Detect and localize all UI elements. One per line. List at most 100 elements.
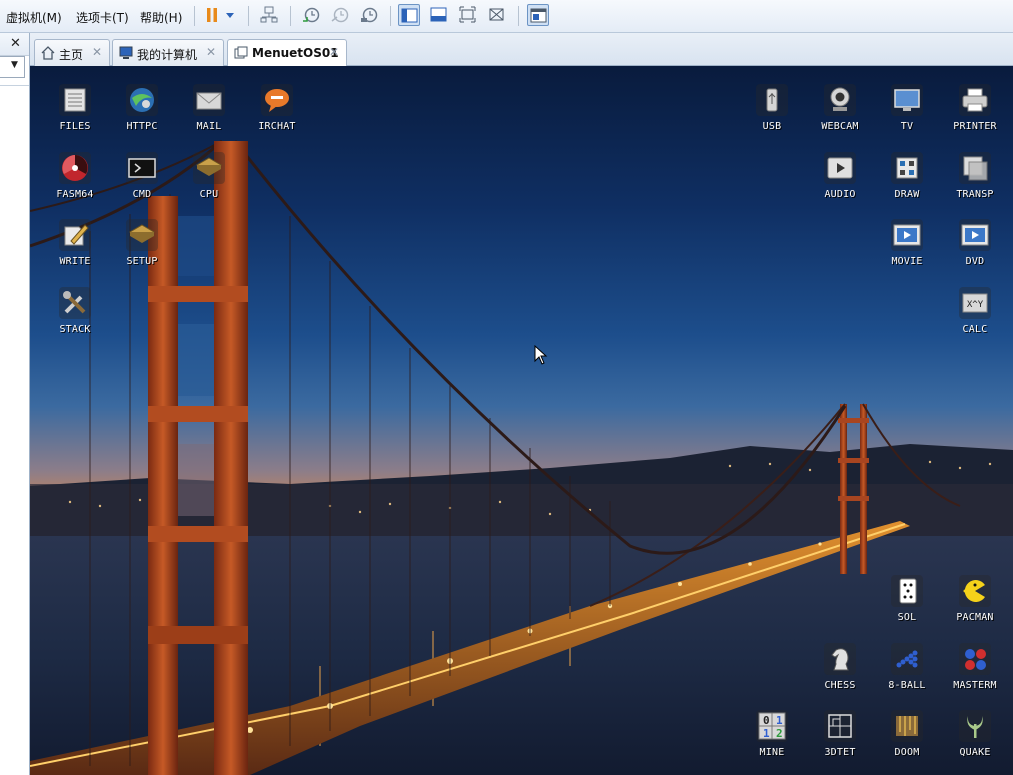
desktop-icon-printer[interactable]: PRINTER xyxy=(944,81,1006,141)
fullscreen-button[interactable] xyxy=(457,4,479,26)
desktop-icon-webcam[interactable]: WEBCAM xyxy=(809,81,871,141)
icon-label: MASTERM xyxy=(953,680,997,691)
pacman-icon xyxy=(959,575,991,607)
icon-label: QUAKE xyxy=(959,747,991,758)
desktop-icon-tv[interactable]: TV xyxy=(876,81,938,141)
desktop-icon-transp[interactable]: TRANSP xyxy=(944,149,1006,209)
power-dropdown[interactable] xyxy=(222,4,238,26)
desktop-icon-audio[interactable]: AUDIO xyxy=(809,149,871,209)
desktop-icon-movie[interactable]: MOVIE xyxy=(876,216,938,276)
solitaire-icon xyxy=(891,575,923,607)
mine-digit: 1 xyxy=(763,727,770,740)
toolbar-separator xyxy=(248,6,249,26)
mine-digit: 1 xyxy=(776,714,783,727)
library-view-icon xyxy=(530,8,547,23)
revert-snapshot-button[interactable] xyxy=(329,4,351,26)
thumbnail-view-button[interactable] xyxy=(428,4,450,26)
desktop-icon-quake[interactable]: QUAKE xyxy=(944,707,1006,767)
desktop-icon-calc[interactable]: X^Y CALC xyxy=(944,284,1006,344)
library-panel-header: ✕ xyxy=(0,33,29,56)
cpu-icon xyxy=(193,152,225,184)
desktop-icon-3dtet[interactable]: 3DTET xyxy=(809,707,871,767)
menu-tabs[interactable]: 选项卡(T) xyxy=(76,9,129,26)
tab-home[interactable]: 主页 ✕ xyxy=(34,39,110,66)
snapshot-manager-button[interactable] xyxy=(358,4,380,26)
icon-label: MAIL xyxy=(196,121,222,132)
vm-icon xyxy=(234,46,248,59)
pause-button[interactable] xyxy=(201,4,223,26)
menu-vm[interactable]: 虚拟机(M) xyxy=(6,9,62,26)
desktop-icon-dvd[interactable]: DVD xyxy=(944,216,1006,276)
tab-close-icon[interactable]: ✕ xyxy=(206,45,216,59)
icon-label: MINE xyxy=(759,747,785,758)
library-view-button[interactable] xyxy=(527,4,549,26)
desktop-icon-doom[interactable]: DOOM xyxy=(876,707,938,767)
tab-bar: 主页 ✕ 我的计算机 ✕ MenuetOS01 ✕ xyxy=(30,33,1013,67)
desktop-icon-chess[interactable]: CHESS xyxy=(809,640,871,700)
console-view-button[interactable] xyxy=(398,4,420,26)
icon-label: DRAW xyxy=(894,189,920,200)
desktop-icon-sol[interactable]: SOL xyxy=(876,572,938,632)
desktop-icon-files[interactable]: FILES xyxy=(44,81,106,141)
desktop-icon-mail[interactable]: MAIL xyxy=(178,81,240,141)
close-icon[interactable]: ✕ xyxy=(10,36,21,51)
desktop-icon-fasm64[interactable]: FASM64 xyxy=(44,149,106,209)
desktop-icon-stack[interactable]: STACK xyxy=(44,284,106,344)
chevron-down-icon: ▼ xyxy=(11,60,18,70)
icon-label: HTTPC xyxy=(126,121,158,132)
desktop-icon-mine[interactable]: 0112 MINE xyxy=(741,707,803,767)
setup-icon xyxy=(126,219,158,251)
desktop-icon-irchat[interactable]: IRCHAT xyxy=(246,81,308,141)
toolbar-separator xyxy=(518,6,519,26)
icon-label: WRITE xyxy=(59,256,91,267)
take-snapshot-button[interactable] xyxy=(300,4,322,26)
files-icon xyxy=(59,84,91,116)
irchat-icon xyxy=(261,84,293,116)
audio-icon xyxy=(824,152,856,184)
computer-icon xyxy=(119,46,133,59)
desktop-icon-setup[interactable]: SETUP xyxy=(111,216,173,276)
toolbar-separator xyxy=(390,6,391,26)
tetris-3d-icon xyxy=(824,710,856,742)
mastermind-icon xyxy=(959,643,991,675)
network-button[interactable] xyxy=(258,4,280,26)
fasm64-icon xyxy=(59,152,91,184)
fullscreen-icon xyxy=(459,6,476,23)
desktop-icon-draw[interactable]: DRAW xyxy=(876,149,938,209)
mouse-cursor-icon xyxy=(534,345,548,365)
desktop-icon-pacman[interactable]: PACMAN xyxy=(944,572,1006,632)
icon-label: FILES xyxy=(59,121,91,132)
quake-icon xyxy=(959,710,991,742)
movie-icon xyxy=(891,219,923,251)
menu-help[interactable]: 帮助(H) xyxy=(140,9,182,26)
icon-label: CHESS xyxy=(824,680,856,691)
mine-digit: 0 xyxy=(763,714,770,727)
library-panel: ✕ ▼ xyxy=(0,33,30,775)
unity-button[interactable] xyxy=(486,4,508,26)
draw-icon xyxy=(891,152,923,184)
httpc-icon xyxy=(126,84,158,116)
desktop-icon-write[interactable]: WRITE xyxy=(44,216,106,276)
library-filter-select[interactable]: ▼ xyxy=(0,56,25,78)
desktop-icon-httpc[interactable]: HTTPC xyxy=(111,81,173,141)
desktop-icon-cmd[interactable]: CMD xyxy=(111,149,173,209)
vm-console-screen[interactable]: FILES HTTPC MAIL IRCHAT FASM64 CMD CPU W… xyxy=(30,66,1013,775)
icon-label: SOL xyxy=(897,612,917,623)
tab-close-icon[interactable]: ✕ xyxy=(92,45,102,59)
desktop-icon-masterm[interactable]: MASTERM xyxy=(944,640,1006,700)
console-view-icon xyxy=(401,8,418,23)
tab-label: MenuetOS01 xyxy=(252,46,339,60)
icon-label: SETUP xyxy=(126,256,158,267)
tab-close-icon[interactable]: ✕ xyxy=(329,45,339,59)
tab-menuetos01[interactable]: MenuetOS01 ✕ xyxy=(227,39,347,67)
tab-my-computer[interactable]: 我的计算机 ✕ xyxy=(112,39,224,66)
toolbar-separator xyxy=(194,6,195,26)
vm-menubar: 虚拟机(M) 选项卡(T) 帮助(H) xyxy=(0,0,1013,33)
desktop-icon-8ball[interactable]: 8-BALL xyxy=(876,640,938,700)
desktop-icon-cpu[interactable]: CPU xyxy=(178,149,240,209)
dvd-icon xyxy=(959,219,991,251)
calc-icon-text: X^Y xyxy=(967,300,984,310)
desktop-icon-usb[interactable]: USB xyxy=(741,81,803,141)
tab-label: 主页 xyxy=(59,48,84,62)
icon-label: STACK xyxy=(59,324,91,335)
